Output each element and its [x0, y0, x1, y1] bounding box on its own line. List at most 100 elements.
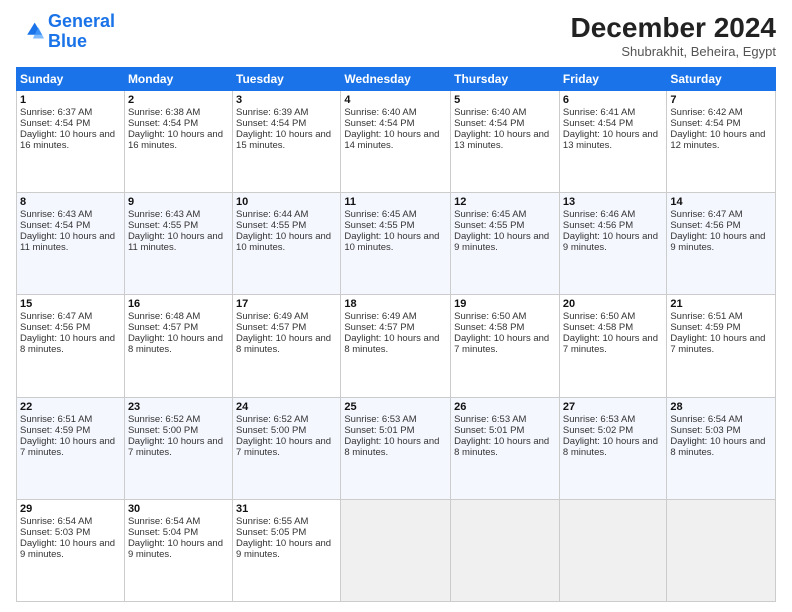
sunrise: Sunrise: 6:45 AM — [344, 209, 416, 220]
sunrise: Sunrise: 6:52 AM — [128, 414, 200, 425]
calendar-cell: 15Sunrise: 6:47 AMSunset: 4:56 PMDayligh… — [17, 295, 125, 397]
sunrise: Sunrise: 6:50 AM — [563, 311, 635, 322]
calendar-cell: 26Sunrise: 6:53 AMSunset: 5:01 PMDayligh… — [451, 397, 560, 499]
calendar-table: Sunday Monday Tuesday Wednesday Thursday… — [16, 67, 776, 602]
daylight: Daylight: 10 hours and 8 minutes. — [344, 436, 439, 458]
day-number: 20 — [563, 298, 663, 310]
location: Shubrakhit, Beheira, Egypt — [571, 44, 776, 59]
day-number: 6 — [563, 94, 663, 106]
sunset: Sunset: 4:54 PM — [563, 118, 633, 129]
calendar-cell: 30Sunrise: 6:54 AMSunset: 5:04 PMDayligh… — [124, 499, 232, 601]
day-number: 27 — [563, 401, 663, 413]
day-number: 18 — [344, 298, 447, 310]
sunrise: Sunrise: 6:46 AM — [563, 209, 635, 220]
daylight: Daylight: 10 hours and 8 minutes. — [454, 436, 549, 458]
daylight: Daylight: 10 hours and 8 minutes. — [128, 333, 223, 355]
sunset: Sunset: 5:02 PM — [563, 425, 633, 436]
daylight: Daylight: 10 hours and 14 minutes. — [344, 129, 439, 151]
sunset: Sunset: 4:56 PM — [563, 220, 633, 231]
sunset: Sunset: 4:54 PM — [670, 118, 740, 129]
sunset: Sunset: 4:54 PM — [454, 118, 524, 129]
sunrise: Sunrise: 6:50 AM — [454, 311, 526, 322]
sunset: Sunset: 5:05 PM — [236, 527, 306, 538]
day-number: 31 — [236, 503, 337, 515]
sunset: Sunset: 5:00 PM — [128, 425, 198, 436]
sunrise: Sunrise: 6:41 AM — [563, 107, 635, 118]
title-block: December 2024 Shubrakhit, Beheira, Egypt — [571, 12, 776, 59]
calendar-cell: 22Sunrise: 6:51 AMSunset: 4:59 PMDayligh… — [17, 397, 125, 499]
calendar-cell: 12Sunrise: 6:45 AMSunset: 4:55 PMDayligh… — [451, 193, 560, 295]
daylight: Daylight: 10 hours and 10 minutes. — [236, 231, 331, 253]
sunrise: Sunrise: 6:49 AM — [344, 311, 416, 322]
day-number: 8 — [20, 196, 121, 208]
calendar-cell: 29Sunrise: 6:54 AMSunset: 5:03 PMDayligh… — [17, 499, 125, 601]
sunrise: Sunrise: 6:53 AM — [344, 414, 416, 425]
sunset: Sunset: 4:55 PM — [236, 220, 306, 231]
sunset: Sunset: 4:55 PM — [344, 220, 414, 231]
daylight: Daylight: 10 hours and 9 minutes. — [236, 538, 331, 560]
calendar-cell: 13Sunrise: 6:46 AMSunset: 4:56 PMDayligh… — [559, 193, 666, 295]
day-number: 28 — [670, 401, 772, 413]
sunrise: Sunrise: 6:48 AM — [128, 311, 200, 322]
calendar-row: 1Sunrise: 6:37 AMSunset: 4:54 PMDaylight… — [17, 91, 776, 193]
daylight: Daylight: 10 hours and 13 minutes. — [454, 129, 549, 151]
sunset: Sunset: 5:00 PM — [236, 425, 306, 436]
daylight: Daylight: 10 hours and 9 minutes. — [670, 231, 765, 253]
day-number: 13 — [563, 196, 663, 208]
sunset: Sunset: 4:58 PM — [563, 322, 633, 333]
daylight: Daylight: 10 hours and 16 minutes. — [128, 129, 223, 151]
daylight: Daylight: 10 hours and 7 minutes. — [236, 436, 331, 458]
calendar-row: 22Sunrise: 6:51 AMSunset: 4:59 PMDayligh… — [17, 397, 776, 499]
day-number: 17 — [236, 298, 337, 310]
sunrise: Sunrise: 6:47 AM — [20, 311, 92, 322]
day-number: 30 — [128, 503, 229, 515]
sunrise: Sunrise: 6:37 AM — [20, 107, 92, 118]
daylight: Daylight: 10 hours and 8 minutes. — [563, 436, 658, 458]
sunset: Sunset: 4:54 PM — [20, 220, 90, 231]
daylight: Daylight: 10 hours and 11 minutes. — [20, 231, 115, 253]
calendar-cell: 7Sunrise: 6:42 AMSunset: 4:54 PMDaylight… — [667, 91, 776, 193]
daylight: Daylight: 10 hours and 8 minutes. — [20, 333, 115, 355]
calendar-cell — [341, 499, 451, 601]
calendar-cell: 17Sunrise: 6:49 AMSunset: 4:57 PMDayligh… — [233, 295, 341, 397]
daylight: Daylight: 10 hours and 7 minutes. — [20, 436, 115, 458]
daylight: Daylight: 10 hours and 7 minutes. — [670, 333, 765, 355]
day-number: 16 — [128, 298, 229, 310]
sunrise: Sunrise: 6:55 AM — [236, 516, 308, 527]
calendar-cell: 23Sunrise: 6:52 AMSunset: 5:00 PMDayligh… — [124, 397, 232, 499]
calendar-cell: 9Sunrise: 6:43 AMSunset: 4:55 PMDaylight… — [124, 193, 232, 295]
sunset: Sunset: 4:59 PM — [20, 425, 90, 436]
sunset: Sunset: 4:59 PM — [670, 322, 740, 333]
calendar-cell: 25Sunrise: 6:53 AMSunset: 5:01 PMDayligh… — [341, 397, 451, 499]
day-number: 23 — [128, 401, 229, 413]
calendar-row: 8Sunrise: 6:43 AMSunset: 4:54 PMDaylight… — [17, 193, 776, 295]
sunrise: Sunrise: 6:40 AM — [454, 107, 526, 118]
calendar-cell: 1Sunrise: 6:37 AMSunset: 4:54 PMDaylight… — [17, 91, 125, 193]
logo: General Blue — [16, 12, 115, 52]
col-tuesday: Tuesday — [233, 68, 341, 91]
calendar-cell: 21Sunrise: 6:51 AMSunset: 4:59 PMDayligh… — [667, 295, 776, 397]
day-number: 9 — [128, 196, 229, 208]
logo-icon — [16, 18, 44, 46]
sunset: Sunset: 5:03 PM — [670, 425, 740, 436]
calendar-cell: 14Sunrise: 6:47 AMSunset: 4:56 PMDayligh… — [667, 193, 776, 295]
col-thursday: Thursday — [451, 68, 560, 91]
calendar-cell: 18Sunrise: 6:49 AMSunset: 4:57 PMDayligh… — [341, 295, 451, 397]
month-title: December 2024 — [571, 12, 776, 44]
sunset: Sunset: 5:01 PM — [344, 425, 414, 436]
calendar-cell: 11Sunrise: 6:45 AMSunset: 4:55 PMDayligh… — [341, 193, 451, 295]
daylight: Daylight: 10 hours and 7 minutes. — [128, 436, 223, 458]
calendar-cell — [451, 499, 560, 601]
day-number: 25 — [344, 401, 447, 413]
day-number: 29 — [20, 503, 121, 515]
day-number: 12 — [454, 196, 556, 208]
col-friday: Friday — [559, 68, 666, 91]
sunset: Sunset: 5:04 PM — [128, 527, 198, 538]
sunset: Sunset: 4:55 PM — [454, 220, 524, 231]
calendar-cell: 5Sunrise: 6:40 AMSunset: 4:54 PMDaylight… — [451, 91, 560, 193]
sunrise: Sunrise: 6:38 AM — [128, 107, 200, 118]
sunrise: Sunrise: 6:44 AM — [236, 209, 308, 220]
day-number: 10 — [236, 196, 337, 208]
sunrise: Sunrise: 6:52 AM — [236, 414, 308, 425]
sunset: Sunset: 4:56 PM — [670, 220, 740, 231]
